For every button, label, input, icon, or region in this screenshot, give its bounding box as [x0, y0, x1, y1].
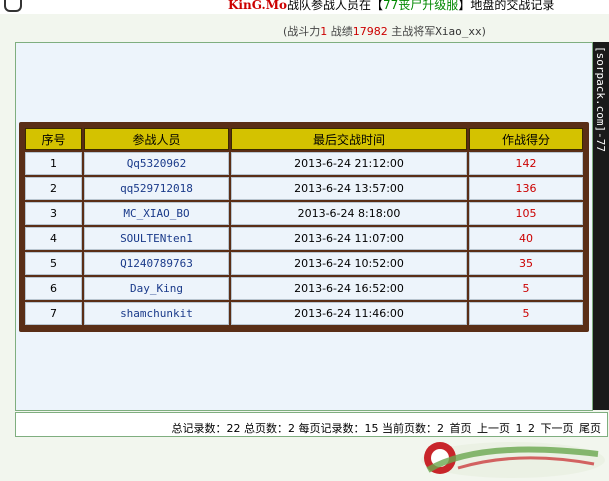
- row-time: 2013-6-24 8:18:00: [231, 202, 467, 225]
- row-time: 2013-6-24 11:07:00: [231, 227, 467, 250]
- title-part1: 战队参战人员在: [287, 0, 372, 12]
- row-index: 1: [25, 152, 82, 175]
- power-label: 战斗力: [287, 25, 321, 38]
- table-row: 5 Q1240789763 2013-6-24 10:52:00 35: [25, 252, 583, 275]
- table-row: 4 SOULTENten1 2013-6-24 11:07:00 40: [25, 227, 583, 250]
- side-banner-text: [sorpack.com]-77: [594, 46, 607, 152]
- row-index: 7: [25, 302, 82, 325]
- battle-record-table-frame: 序号 参战人员 最后交战时间 作战得分 1 Qq5320962 2013-6-2…: [19, 122, 589, 332]
- title-part2: 地盘的交战记录: [470, 0, 555, 12]
- row-index: 3: [25, 202, 82, 225]
- table-row: 1 Qq5320962 2013-6-24 21:12:00 142: [25, 152, 583, 175]
- row-score: 5: [469, 277, 583, 300]
- row-score: 136: [469, 177, 583, 200]
- clan-stats: (战斗力1 战绩17982 主战将军Xiao_xx): [283, 23, 486, 39]
- player-link[interactable]: SOULTENten1: [84, 227, 229, 250]
- player-link[interactable]: qq529712018: [84, 177, 229, 200]
- pin-icon: [4, 0, 22, 12]
- player-link[interactable]: Qq5320962: [84, 152, 229, 175]
- col-header-player: 参战人员: [84, 128, 229, 150]
- player-link[interactable]: Day_King: [84, 277, 229, 300]
- row-score: 5: [469, 302, 583, 325]
- col-header-index: 序号: [25, 128, 82, 150]
- general-name: Xiao_xx: [435, 25, 482, 38]
- row-time: 2013-6-24 13:57:00: [231, 177, 467, 200]
- table-row: 2 qq529712018 2013-6-24 13:57:00 136: [25, 177, 583, 200]
- power-value: 1: [320, 25, 328, 38]
- bracket-close: 】: [458, 0, 471, 12]
- row-score: 40: [469, 227, 583, 250]
- battle-record-table: 序号 参战人员 最后交战时间 作战得分 1 Qq5320962 2013-6-2…: [23, 126, 585, 327]
- row-time: 2013-6-24 10:52:00: [231, 252, 467, 275]
- row-score: 35: [469, 252, 583, 275]
- player-link[interactable]: Q1240789763: [84, 252, 229, 275]
- row-time: 2013-6-24 21:12:00: [231, 152, 467, 175]
- pagination-summary: 总记录数：22 总页数：2 每页记录数：15 当前页数：2: [171, 422, 444, 435]
- row-time: 2013-6-24 11:46:00: [231, 302, 467, 325]
- row-time: 2013-6-24 16:52:00: [231, 277, 467, 300]
- server-name: 77丧尸升级服: [383, 0, 459, 12]
- col-header-score: 作战得分: [469, 128, 583, 150]
- row-index: 4: [25, 227, 82, 250]
- bracket-open: 【: [371, 0, 384, 12]
- site-watermark-logo: [421, 442, 605, 478]
- top-bar: KinG.Mo战队参战人员在【77丧尸升级服】地盘的交战记录: [0, 0, 609, 14]
- stats-close: ): [481, 25, 486, 38]
- table-header-row: 序号 参战人员 最后交战时间 作战得分: [25, 128, 583, 150]
- row-score: 105: [469, 202, 583, 225]
- row-score: 142: [469, 152, 583, 175]
- general-label: 主战将军: [391, 25, 436, 38]
- player-link[interactable]: MC_XIAO_BO: [84, 202, 229, 225]
- score-label: 战绩: [330, 25, 353, 38]
- row-index: 5: [25, 252, 82, 275]
- row-index: 2: [25, 177, 82, 200]
- score-value: 17982: [352, 25, 388, 38]
- clan-name: KinG.Mo: [228, 0, 287, 12]
- page-title: KinG.Mo战队参战人员在【77丧尸升级服】地盘的交战记录: [228, 0, 554, 13]
- col-header-time: 最后交战时间: [231, 128, 467, 150]
- side-banner: [sorpack.com]-77: [593, 42, 609, 410]
- row-index: 6: [25, 277, 82, 300]
- table-row: 6 Day_King 2013-6-24 16:52:00 5: [25, 277, 583, 300]
- player-link[interactable]: shamchunkit: [84, 302, 229, 325]
- table-row: 3 MC_XIAO_BO 2013-6-24 8:18:00 105: [25, 202, 583, 225]
- table-row: 7 shamchunkit 2013-6-24 11:46:00 5: [25, 302, 583, 325]
